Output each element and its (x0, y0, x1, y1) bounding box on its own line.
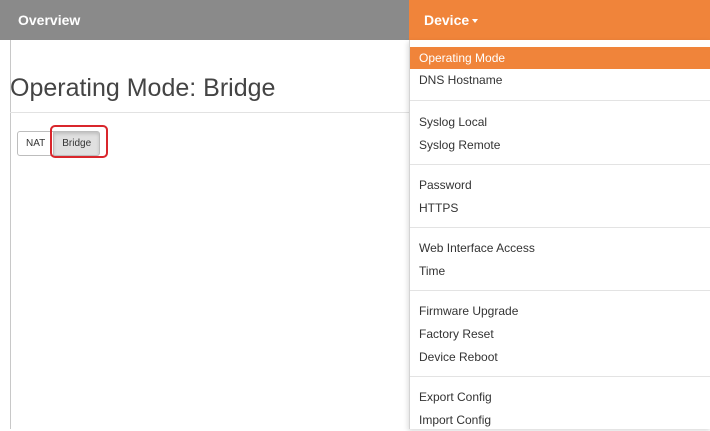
navbar-right: Device (409, 0, 710, 40)
menu-item-dns-hostname[interactable]: DNS Hostname (410, 69, 710, 91)
nav-overview[interactable]: Overview (18, 0, 80, 40)
menu-divider (410, 100, 710, 101)
menu-item-operating-mode[interactable]: Operating Mode (410, 47, 710, 69)
menu-item-https[interactable]: HTTPS (410, 197, 710, 219)
caret-down-icon (472, 19, 479, 24)
menu-item-time[interactable]: Time (410, 260, 710, 282)
menu-divider (410, 376, 710, 377)
menu-divider (410, 164, 710, 165)
menu-item-device-reboot[interactable]: Device Reboot (410, 346, 710, 368)
menu-item-factory-reset[interactable]: Factory Reset (410, 323, 710, 345)
menu-item-password[interactable]: Password (410, 174, 710, 196)
title-divider (10, 112, 410, 113)
menu-item-syslog-remote[interactable]: Syslog Remote (410, 134, 710, 156)
page-title: Operating Mode: Bridge (10, 74, 276, 102)
menu-item-firmware-upgrade[interactable]: Firmware Upgrade (410, 300, 710, 322)
device-dropdown-menu: Operating Mode DNS Hostname Syslog Local… (409, 40, 710, 429)
menu-divider (410, 227, 710, 228)
menu-item-web-interface-access[interactable]: Web Interface Access (410, 237, 710, 259)
menu-divider (410, 290, 710, 291)
navbar-left: Overview (0, 0, 409, 40)
menu-item-import-config[interactable]: Import Config (410, 409, 710, 431)
menu-item-syslog-local[interactable]: Syslog Local (410, 111, 710, 133)
menu-item-export-config[interactable]: Export Config (410, 386, 710, 408)
bridge-highlight-annotation (50, 125, 108, 158)
nav-device-dropdown[interactable]: Device (424, 0, 479, 40)
nav-device-label: Device (424, 12, 470, 28)
nat-mode-button[interactable]: NAT (17, 131, 55, 156)
